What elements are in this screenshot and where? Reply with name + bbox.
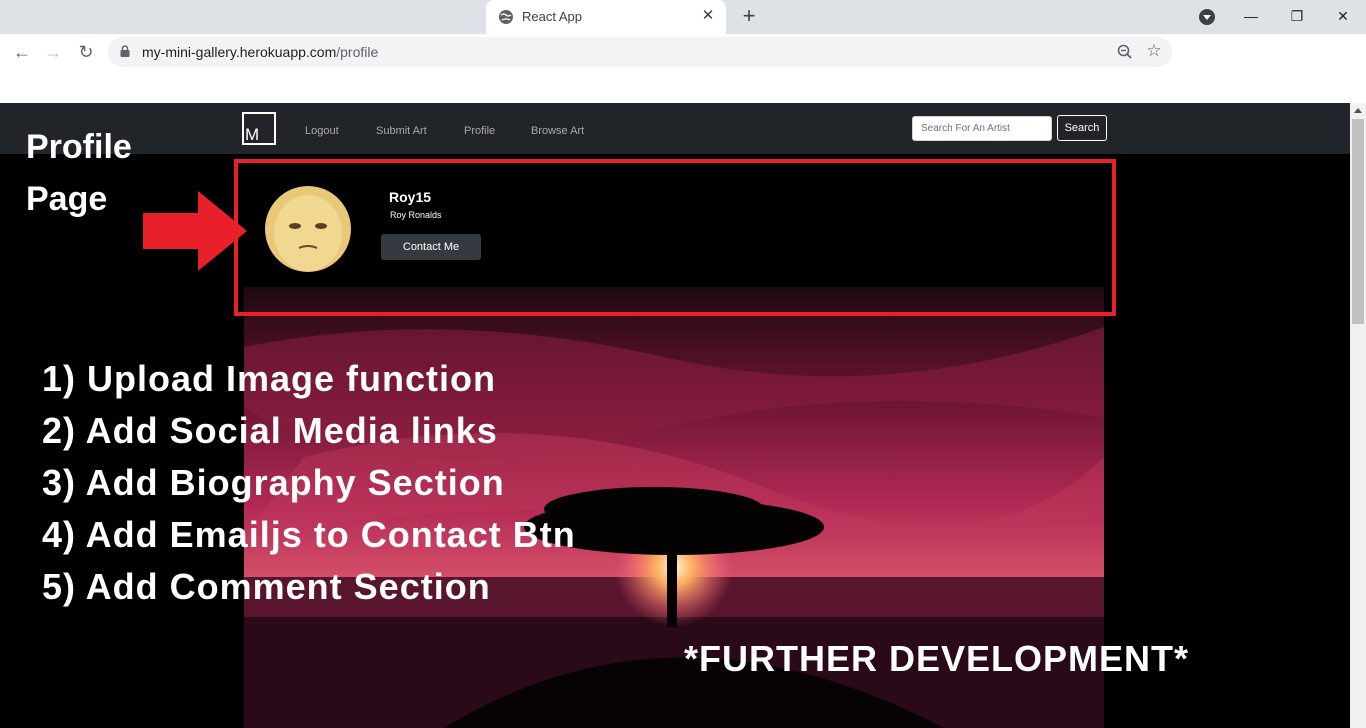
nav-link-logout[interactable]: Logout bbox=[305, 125, 339, 137]
site-navbar: M Logout Submit Art Profile Browse Art S… bbox=[0, 103, 1350, 154]
highlight-box bbox=[234, 159, 1116, 316]
window-close-button[interactable]: ✕ bbox=[1329, 4, 1357, 28]
page-scrollbar[interactable] bbox=[1350, 103, 1366, 728]
page-viewport: M Logout Submit Art Profile Browse Art S… bbox=[0, 103, 1350, 728]
annotation-title-line1: Profile bbox=[26, 128, 132, 166]
further-development-note: *FURTHER DEVELOPMENT* bbox=[684, 638, 1190, 679]
reload-button[interactable]: ↻ bbox=[74, 40, 98, 64]
nav-link-profile[interactable]: Profile bbox=[464, 125, 495, 137]
annotation-item: 5) Add Comment Section bbox=[42, 566, 491, 607]
scroll-up-arrow-icon[interactable] bbox=[1354, 108, 1362, 113]
nav-link-browse-art[interactable]: Browse Art bbox=[531, 125, 584, 137]
search-button[interactable]: Search bbox=[1057, 115, 1107, 141]
tab-title: React App bbox=[522, 9, 582, 24]
annotation-list: 1) Upload Image function 2) Add Social M… bbox=[42, 353, 576, 613]
annotation-item: 1) Upload Image function bbox=[42, 358, 497, 399]
globe-icon bbox=[499, 10, 513, 24]
annotation-title-line2: Page bbox=[26, 180, 108, 218]
annotation-item: 2) Add Social Media links bbox=[42, 410, 498, 451]
nav-link-submit-art[interactable]: Submit Art bbox=[376, 125, 427, 137]
annotation-item: 4) Add Emailjs to Contact Btn bbox=[42, 514, 576, 555]
forward-button[interactable]: → bbox=[41, 40, 65, 64]
browser-tab-strip: React App ✕ + — ❐ ✕ bbox=[0, 0, 1366, 34]
browser-tab[interactable]: React App ✕ bbox=[486, 0, 726, 34]
artist-search-input[interactable]: Search For An Artist bbox=[912, 116, 1052, 141]
url-host: my-mini-gallery.herokuapp.com bbox=[142, 44, 337, 60]
brand-logo[interactable]: M bbox=[242, 112, 276, 145]
back-button[interactable]: ← bbox=[10, 40, 34, 64]
scrollbar-thumb[interactable] bbox=[1352, 119, 1364, 324]
lock-icon bbox=[120, 45, 130, 57]
minimize-button[interactable]: — bbox=[1237, 4, 1265, 28]
url-path: /profile bbox=[336, 44, 379, 60]
tab-close-icon[interactable]: ✕ bbox=[698, 6, 718, 26]
toolbar-spacer bbox=[0, 70, 1366, 103]
annotation-item: 3) Add Biography Section bbox=[42, 462, 505, 503]
red-arrow-icon bbox=[143, 191, 247, 271]
new-tab-button[interactable]: + bbox=[736, 4, 762, 30]
brand-letter: M bbox=[245, 125, 260, 144]
address-bar[interactable]: my-mini-gallery.herokuapp.com/profile ☆ bbox=[108, 37, 1172, 67]
browser-toolbar: ← → ↻ my-mini-gallery.herokuapp.com/prof… bbox=[0, 34, 1366, 70]
tab-search-icon[interactable] bbox=[1199, 9, 1215, 25]
zoom-icon[interactable] bbox=[1116, 43, 1134, 61]
maximize-button[interactable]: ❐ bbox=[1283, 4, 1311, 28]
url-text: my-mini-gallery.herokuapp.com/profile bbox=[142, 44, 378, 60]
bookmark-star-icon[interactable]: ☆ bbox=[1144, 41, 1164, 61]
